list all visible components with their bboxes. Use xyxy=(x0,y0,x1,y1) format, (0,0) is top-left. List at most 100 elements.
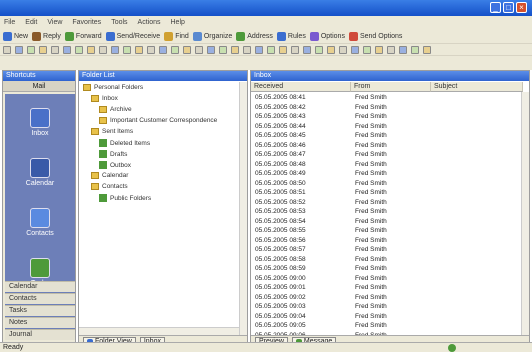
column-received[interactable]: Received xyxy=(251,82,351,92)
folder-item-1[interactable]: Inbox xyxy=(91,95,118,102)
small-tool-icon-35[interactable] xyxy=(423,45,431,54)
message-row-22[interactable]: 05.05.2005 09:03 Fred Smith xyxy=(255,303,435,310)
folder-item-2[interactable]: Archive xyxy=(99,106,132,113)
small-tool-icon-15[interactable] xyxy=(183,45,191,54)
toolbar-button-7[interactable]: Rules xyxy=(276,31,306,41)
small-tool-icon-19[interactable] xyxy=(231,45,239,54)
message-row-5[interactable]: 05.05.2005 08:46 Fred Smith xyxy=(255,142,435,149)
shortcut-0[interactable]: Inbox xyxy=(5,108,75,137)
small-tool-icon-5[interactable] xyxy=(63,45,71,54)
small-tool-icon-26[interactable] xyxy=(315,45,323,54)
message-row-4[interactable]: 05.05.2005 08:45 Fred Smith xyxy=(255,132,435,139)
toolbar-button-4[interactable]: Find xyxy=(164,31,189,41)
folder-tree-vertical-scrollbar[interactable] xyxy=(239,82,247,335)
menu-item-5[interactable]: Actions xyxy=(138,19,161,26)
menu-item-0[interactable]: File xyxy=(4,19,15,26)
column-subject[interactable]: Subject xyxy=(431,82,523,92)
nav-list-item-3[interactable]: Notes xyxy=(5,317,75,328)
nav-list-item-2[interactable]: Tasks xyxy=(5,305,75,316)
small-tool-icon-33[interactable] xyxy=(399,45,407,54)
folder-item-0[interactable]: Personal Folders xyxy=(83,84,143,91)
menu-item-1[interactable]: Edit xyxy=(25,19,37,26)
small-tool-icon-29[interactable] xyxy=(351,45,359,54)
small-tool-icon-25[interactable] xyxy=(303,45,311,54)
small-tool-icon-32[interactable] xyxy=(387,45,395,54)
toolbar-button-5[interactable]: Organize xyxy=(192,31,232,41)
message-row-20[interactable]: 05.05.2005 09:01 Fred Smith xyxy=(255,284,435,291)
message-row-1[interactable]: 05.05.2005 08:42 Fred Smith xyxy=(255,104,435,111)
small-tool-icon-21[interactable] xyxy=(255,45,263,54)
folder-item-10[interactable]: Public Folders xyxy=(99,194,151,202)
message-row-15[interactable]: 05.05.2005 08:56 Fred Smith xyxy=(255,237,435,244)
message-row-7[interactable]: 05.05.2005 08:48 Fred Smith xyxy=(255,161,435,168)
message-row-19[interactable]: 05.05.2005 09:00 Fred Smith xyxy=(255,275,435,282)
folder-item-7[interactable]: Outbox xyxy=(99,161,131,169)
small-tool-icon-14[interactable] xyxy=(171,45,179,54)
small-tool-icon-2[interactable] xyxy=(27,45,35,54)
toolbar-button-0[interactable]: New xyxy=(3,31,28,41)
shortcut-1[interactable]: Calendar xyxy=(5,158,75,187)
small-tool-icon-30[interactable] xyxy=(363,45,371,54)
toolbar-button-1[interactable]: Reply xyxy=(32,31,61,41)
small-tool-icon-7[interactable] xyxy=(87,45,95,54)
toolbar-button-2[interactable]: Forward xyxy=(64,31,102,41)
folder-item-9[interactable]: Contacts xyxy=(91,183,128,190)
small-tool-icon-4[interactable] xyxy=(51,45,59,54)
small-tool-icon-17[interactable] xyxy=(207,45,215,54)
message-row-10[interactable]: 05.05.2005 08:51 Fred Smith xyxy=(255,189,435,196)
menu-item-4[interactable]: Tools xyxy=(111,19,127,26)
minimize-button[interactable]: _ xyxy=(490,2,501,13)
small-tool-icon-13[interactable] xyxy=(159,45,167,54)
folder-item-8[interactable]: Calendar xyxy=(91,172,128,179)
message-row-13[interactable]: 05.05.2005 08:54 Fred Smith xyxy=(255,218,435,225)
small-tool-icon-24[interactable] xyxy=(291,45,299,54)
message-row-8[interactable]: 05.05.2005 08:49 Fred Smith xyxy=(255,170,435,177)
menu-item-2[interactable]: View xyxy=(47,19,62,26)
column-from[interactable]: From xyxy=(351,82,431,92)
message-row-6[interactable]: 05.05.2005 08:47 Fred Smith xyxy=(255,151,435,158)
small-tool-icon-9[interactable] xyxy=(111,45,119,54)
small-tool-icon-0[interactable] xyxy=(3,45,11,54)
small-tool-icon-12[interactable] xyxy=(147,45,155,54)
folder-item-3[interactable]: Important Customer Correspondence xyxy=(99,117,217,124)
nav-list-item-4[interactable]: Journal xyxy=(5,329,75,340)
small-tool-icon-16[interactable] xyxy=(195,45,203,54)
shortcut-2[interactable]: Contacts xyxy=(5,208,75,237)
message-row-18[interactable]: 05.05.2005 08:59 Fred Smith xyxy=(255,265,435,272)
small-tool-icon-10[interactable] xyxy=(123,45,131,54)
small-tool-icon-3[interactable] xyxy=(39,45,47,54)
small-tool-icon-22[interactable] xyxy=(267,45,275,54)
nav-list-item-0[interactable]: Calendar xyxy=(5,281,75,292)
close-button[interactable]: × xyxy=(516,2,527,13)
message-row-23[interactable]: 05.05.2005 09:04 Fred Smith xyxy=(255,313,435,320)
small-tool-icon-8[interactable] xyxy=(99,45,107,54)
message-row-12[interactable]: 05.05.2005 08:53 Fred Smith xyxy=(255,208,435,215)
message-row-2[interactable]: 05.05.2005 08:43 Fred Smith xyxy=(255,113,435,120)
maximize-button[interactable]: □ xyxy=(503,2,514,13)
small-tool-icon-1[interactable] xyxy=(15,45,23,54)
small-tool-icon-34[interactable] xyxy=(411,45,419,54)
message-row-24[interactable]: 05.05.2005 09:05 Fred Smith xyxy=(255,322,435,329)
message-row-16[interactable]: 05.05.2005 08:57 Fred Smith xyxy=(255,246,435,253)
toolbar-button-8[interactable]: Options xyxy=(309,31,345,41)
toolbar-button-3[interactable]: Send/Receive xyxy=(105,31,160,41)
folder-item-4[interactable]: Sent Items xyxy=(91,128,133,135)
message-list-vertical-scrollbar[interactable] xyxy=(521,92,529,335)
message-row-11[interactable]: 05.05.2005 08:52 Fred Smith xyxy=(255,199,435,206)
message-row-3[interactable]: 05.05.2005 08:44 Fred Smith xyxy=(255,123,435,130)
menu-item-3[interactable]: Favorites xyxy=(72,19,101,26)
toolbar-button-9[interactable]: Send Options xyxy=(348,31,402,41)
small-tool-icon-6[interactable] xyxy=(75,45,83,54)
small-tool-icon-31[interactable] xyxy=(375,45,383,54)
small-tool-icon-20[interactable] xyxy=(243,45,251,54)
small-tool-icon-27[interactable] xyxy=(327,45,335,54)
menu-item-6[interactable]: Help xyxy=(171,19,185,26)
folder-item-6[interactable]: Drafts xyxy=(99,150,127,158)
folder-tree-horizontal-scrollbar[interactable] xyxy=(79,327,239,335)
message-row-21[interactable]: 05.05.2005 09:02 Fred Smith xyxy=(255,294,435,301)
toolbar-button-6[interactable]: Address xyxy=(236,31,273,41)
small-tool-icon-18[interactable] xyxy=(219,45,227,54)
folder-item-5[interactable]: Deleted Items xyxy=(99,139,150,147)
message-row-14[interactable]: 05.05.2005 08:55 Fred Smith xyxy=(255,227,435,234)
small-tool-icon-28[interactable] xyxy=(339,45,347,54)
